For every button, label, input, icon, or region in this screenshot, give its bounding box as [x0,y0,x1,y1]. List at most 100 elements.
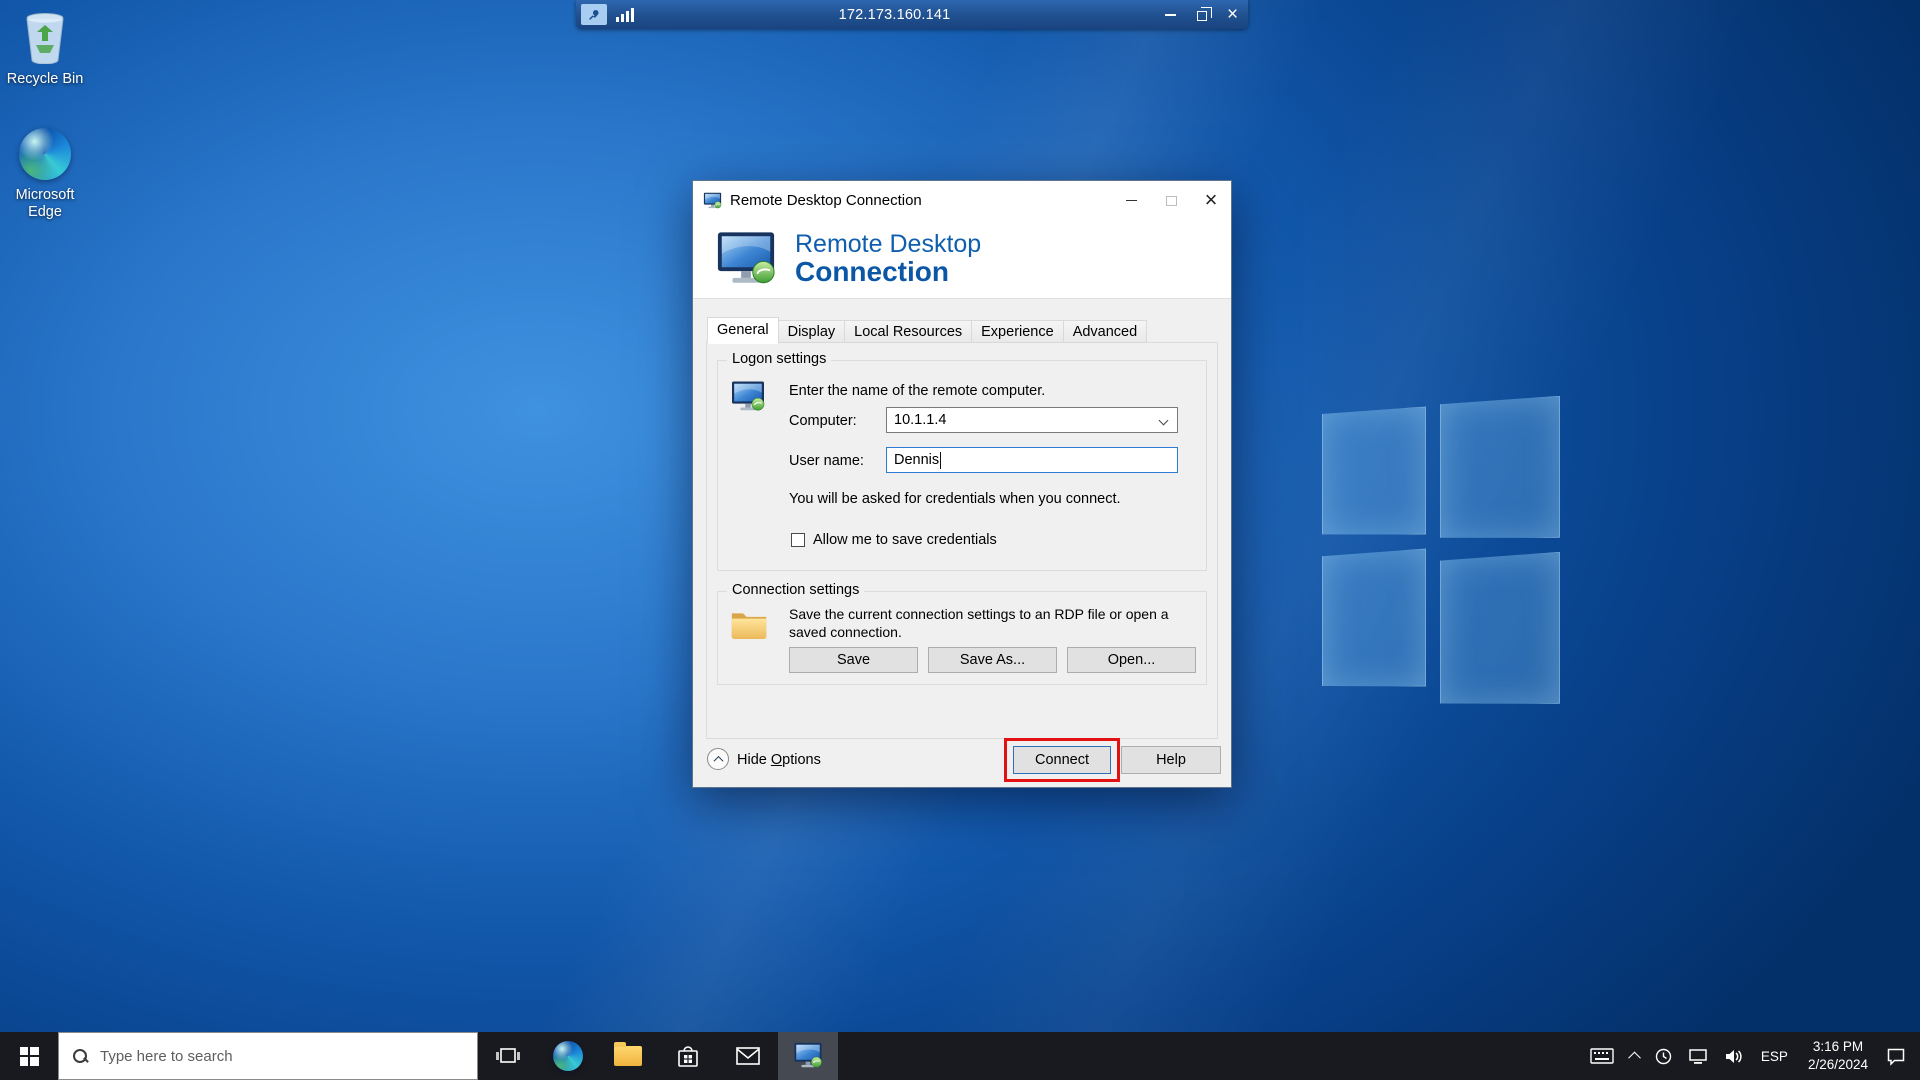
computer-value: 10.1.1.4 [894,412,946,428]
connection-settings-description: Save the current connection settings to … [789,606,1171,641]
network-icon [1688,1048,1708,1065]
minimize-icon [1165,14,1176,16]
desktop-icon-recycle-bin[interactable]: Recycle Bin [0,12,95,88]
dialog-close-button[interactable]: × [1191,181,1231,220]
username-field[interactable]: Dennis [886,447,1178,473]
recycle-bin-icon [22,12,68,64]
windows-logo-icon [20,1047,39,1066]
touch-keyboard-button[interactable] [1582,1032,1622,1080]
connection-bar-minimize-button[interactable] [1155,0,1186,29]
wallpaper-pane [1322,549,1426,691]
desktop-icon-label: Microsoft Edge [7,187,83,220]
dialog-tabs: General Display Local Resources Experien… [693,317,1231,343]
taskbar: ESP 3:16 PM 2/26/2024 [0,1032,1920,1080]
wallpaper-windows-logo [1322,396,1560,756]
action-center-button[interactable] [1878,1032,1920,1080]
close-icon: × [1205,189,1218,211]
text-caret [940,452,941,469]
clock-icon [1655,1048,1672,1065]
connection-address: 172.173.160.141 [634,7,1155,23]
brand-line1: Remote Desktop [795,230,981,259]
connection-settings-group: Connection settings Save the current con… [717,591,1207,685]
taskbar-edge-button[interactable] [538,1032,598,1080]
maximize-icon [1166,196,1177,206]
tab-page-general: Logon settings Enter the name of the rem… [706,342,1218,739]
computer-icon [730,381,766,413]
search-input[interactable] [100,1048,430,1065]
dialog-maximize-button[interactable] [1151,181,1191,220]
taskbar-search[interactable] [58,1032,478,1080]
brand-line2: Connection [795,256,981,288]
search-icon [72,1048,89,1065]
desktop: Recycle Bin Microsoft Edge 172.173.160.1… [0,0,1920,1080]
rdp-logo-icon [715,231,777,288]
start-button[interactable] [0,1032,58,1080]
save-as-button[interactable]: Save As... [928,647,1057,673]
username-label: User name: [789,453,864,469]
chevron-up-icon [1628,1051,1641,1064]
close-icon: × [1227,5,1238,24]
computer-label: Computer: [789,413,857,429]
folder-icon [730,608,768,640]
computer-combobox[interactable]: 10.1.1.4 [886,407,1178,433]
mail-icon [735,1046,761,1066]
taskbar-mail-button[interactable] [718,1032,778,1080]
wallpaper-pane [1440,396,1560,542]
taskbar-store-button[interactable] [658,1032,718,1080]
taskbar-rdp-button[interactable] [778,1032,838,1080]
tab-local-resources[interactable]: Local Resources [844,320,972,343]
dialog-footer: Hide Options Connect Help [693,735,1231,787]
edge-icon [553,1041,583,1071]
save-credentials-checkbox[interactable] [791,533,805,547]
wallpaper-pane [1322,407,1426,539]
chevron-down-icon [1159,416,1169,426]
group-title: Logon settings [727,351,831,367]
save-button[interactable]: Save [789,647,918,673]
volume-button[interactable] [1716,1032,1751,1080]
help-button[interactable]: Help [1121,746,1221,774]
pushpin-icon [587,8,601,22]
connection-bar-close-button[interactable]: × [1217,0,1248,29]
connection-quality-icon [616,7,634,22]
wallpaper-pane [1440,552,1560,708]
edge-icon [19,128,71,180]
action-center-icon [1886,1047,1906,1066]
tab-advanced[interactable]: Advanced [1063,320,1148,343]
hide-options-label[interactable]: Hide Options [737,752,821,768]
dialog-titlebar: Remote Desktop Connection × [693,181,1231,220]
restore-icon [1197,11,1207,21]
rdp-app-icon [703,192,722,210]
desktop-icon-microsoft-edge[interactable]: Microsoft Edge [0,128,95,220]
file-explorer-icon [614,1046,642,1066]
taskbar-file-explorer-button[interactable] [598,1032,658,1080]
save-credentials-label[interactable]: Allow me to save credentials [813,532,997,548]
task-view-button[interactable] [478,1032,538,1080]
logon-settings-group: Logon settings Enter the name of the rem… [717,360,1207,571]
logon-instruction: Enter the name of the remote computer. [789,383,1045,399]
pin-button[interactable] [581,4,607,25]
tray-status-button[interactable] [1647,1032,1680,1080]
connection-bar-restore-button[interactable] [1186,0,1217,29]
tab-general[interactable]: General [707,317,779,344]
desktop-icon-label: Recycle Bin [7,71,84,88]
dialog-banner: Remote Desktop Connection [693,220,1231,299]
taskbar-clock[interactable]: 3:16 PM 2/26/2024 [1798,1038,1878,1073]
tab-display[interactable]: Display [778,320,846,343]
tray-date: 2/26/2024 [1808,1056,1868,1074]
open-button[interactable]: Open... [1067,647,1196,673]
remote-desktop-connection-dialog: Remote Desktop Connection × Remote Deskt… [692,180,1232,788]
chevron-up-icon [713,755,723,765]
network-button[interactable] [1680,1032,1716,1080]
username-value: Dennis [894,452,939,468]
dialog-title: Remote Desktop Connection [730,192,922,209]
dialog-minimize-button[interactable] [1111,181,1151,220]
hide-options-button[interactable] [707,748,729,770]
speaker-icon [1724,1048,1743,1065]
language-indicator[interactable]: ESP [1751,1049,1798,1064]
tab-experience[interactable]: Experience [971,320,1064,343]
credentials-note: You will be asked for credentials when y… [789,491,1121,507]
minimize-icon [1126,200,1137,202]
group-title: Connection settings [727,582,864,598]
tray-time: 3:16 PM [1808,1038,1868,1056]
show-hidden-icons-button[interactable] [1622,1032,1647,1080]
